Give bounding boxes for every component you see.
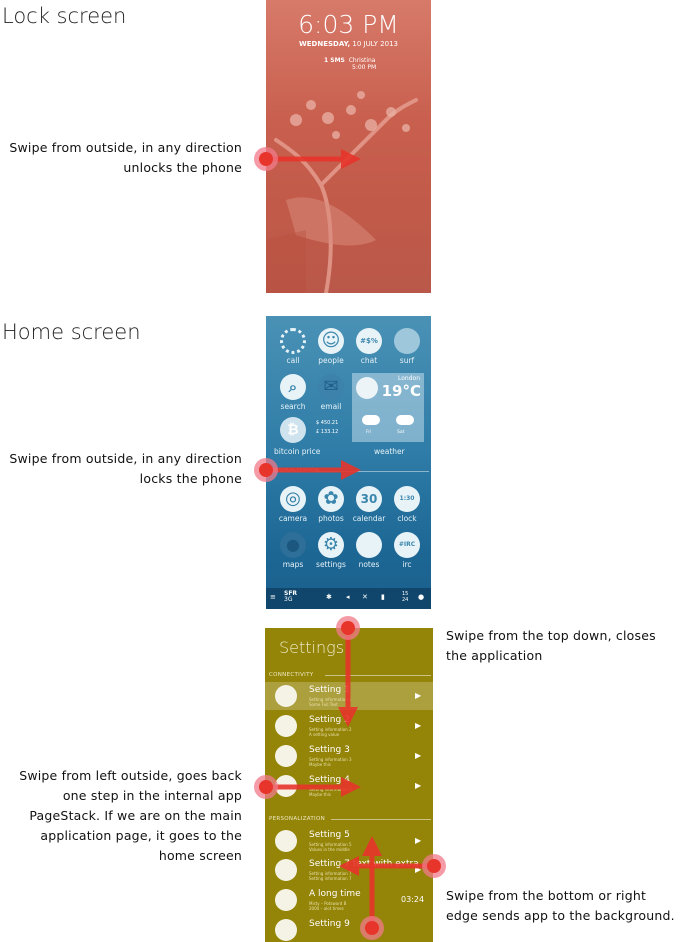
bottom-swipe-gesture — [360, 836, 384, 940]
home-swipe-gesture — [254, 458, 361, 482]
left-swipe-gesture — [254, 775, 361, 799]
lock-swipe-gesture — [254, 147, 361, 171]
top-swipe-gesture — [336, 616, 360, 727]
right-swipe-gesture — [339, 854, 446, 878]
gesture-overlay — [254, 147, 446, 940]
